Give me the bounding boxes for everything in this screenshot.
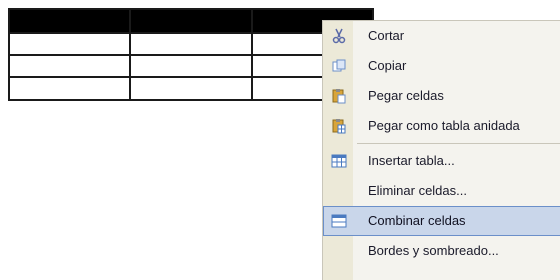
menu-item-merge-cells[interactable]: Combinar celdas <box>323 206 560 236</box>
copy-icon <box>330 58 348 74</box>
table-row-selected[interactable] <box>7 8 375 34</box>
table-row[interactable] <box>7 76 375 101</box>
scissors-icon <box>330 28 348 44</box>
menu-item-borders-shading[interactable]: Bordes y sombreado... <box>323 236 560 266</box>
insert-table-icon <box>330 153 348 169</box>
menu-item-label: Insertar tabla... <box>368 153 455 168</box>
menu-separator <box>357 143 560 144</box>
table-cell[interactable] <box>7 53 132 79</box>
menu-item-delete-cells[interactable]: Eliminar celdas... <box>323 176 560 206</box>
menu-item-insert-table[interactable]: Insertar tabla... <box>323 146 560 176</box>
menu-item-copy[interactable]: Copiar <box>323 51 560 81</box>
paste-table-icon <box>330 118 348 134</box>
menu-item-cut[interactable]: Cortar <box>323 21 560 51</box>
table-cell[interactable] <box>7 76 132 101</box>
menu-item-paste-nested-table[interactable]: Pegar como tabla anidada <box>323 111 560 141</box>
menu-list: Cortar Copiar Pegar celdas Pegar como ta… <box>323 21 560 266</box>
menu-item-label: Copiar <box>368 58 407 73</box>
menu-item-label: Cortar <box>368 28 405 43</box>
table-cell[interactable] <box>129 53 253 79</box>
menu-item-label: Eliminar celdas... <box>368 183 467 198</box>
table-cell[interactable] <box>129 8 253 34</box>
menu-item-label: Pegar celdas <box>368 88 444 103</box>
document-table <box>7 8 375 101</box>
table-row[interactable] <box>7 53 375 79</box>
merge-cells-icon <box>330 213 348 229</box>
table-cell[interactable] <box>7 8 132 34</box>
menu-item-label: Bordes y sombreado... <box>368 243 499 258</box>
menu-item-label: Combinar celdas <box>368 213 466 228</box>
table-cell[interactable] <box>7 31 132 57</box>
table-row[interactable] <box>7 31 375 57</box>
table-cell[interactable] <box>129 76 253 101</box>
paste-icon <box>330 88 348 104</box>
menu-item-paste-cells[interactable]: Pegar celdas <box>323 81 560 111</box>
menu-item-label: Pegar como tabla anidada <box>368 118 520 133</box>
table-cell[interactable] <box>129 31 253 57</box>
context-menu: Cortar Copiar Pegar celdas Pegar como ta… <box>322 20 560 280</box>
